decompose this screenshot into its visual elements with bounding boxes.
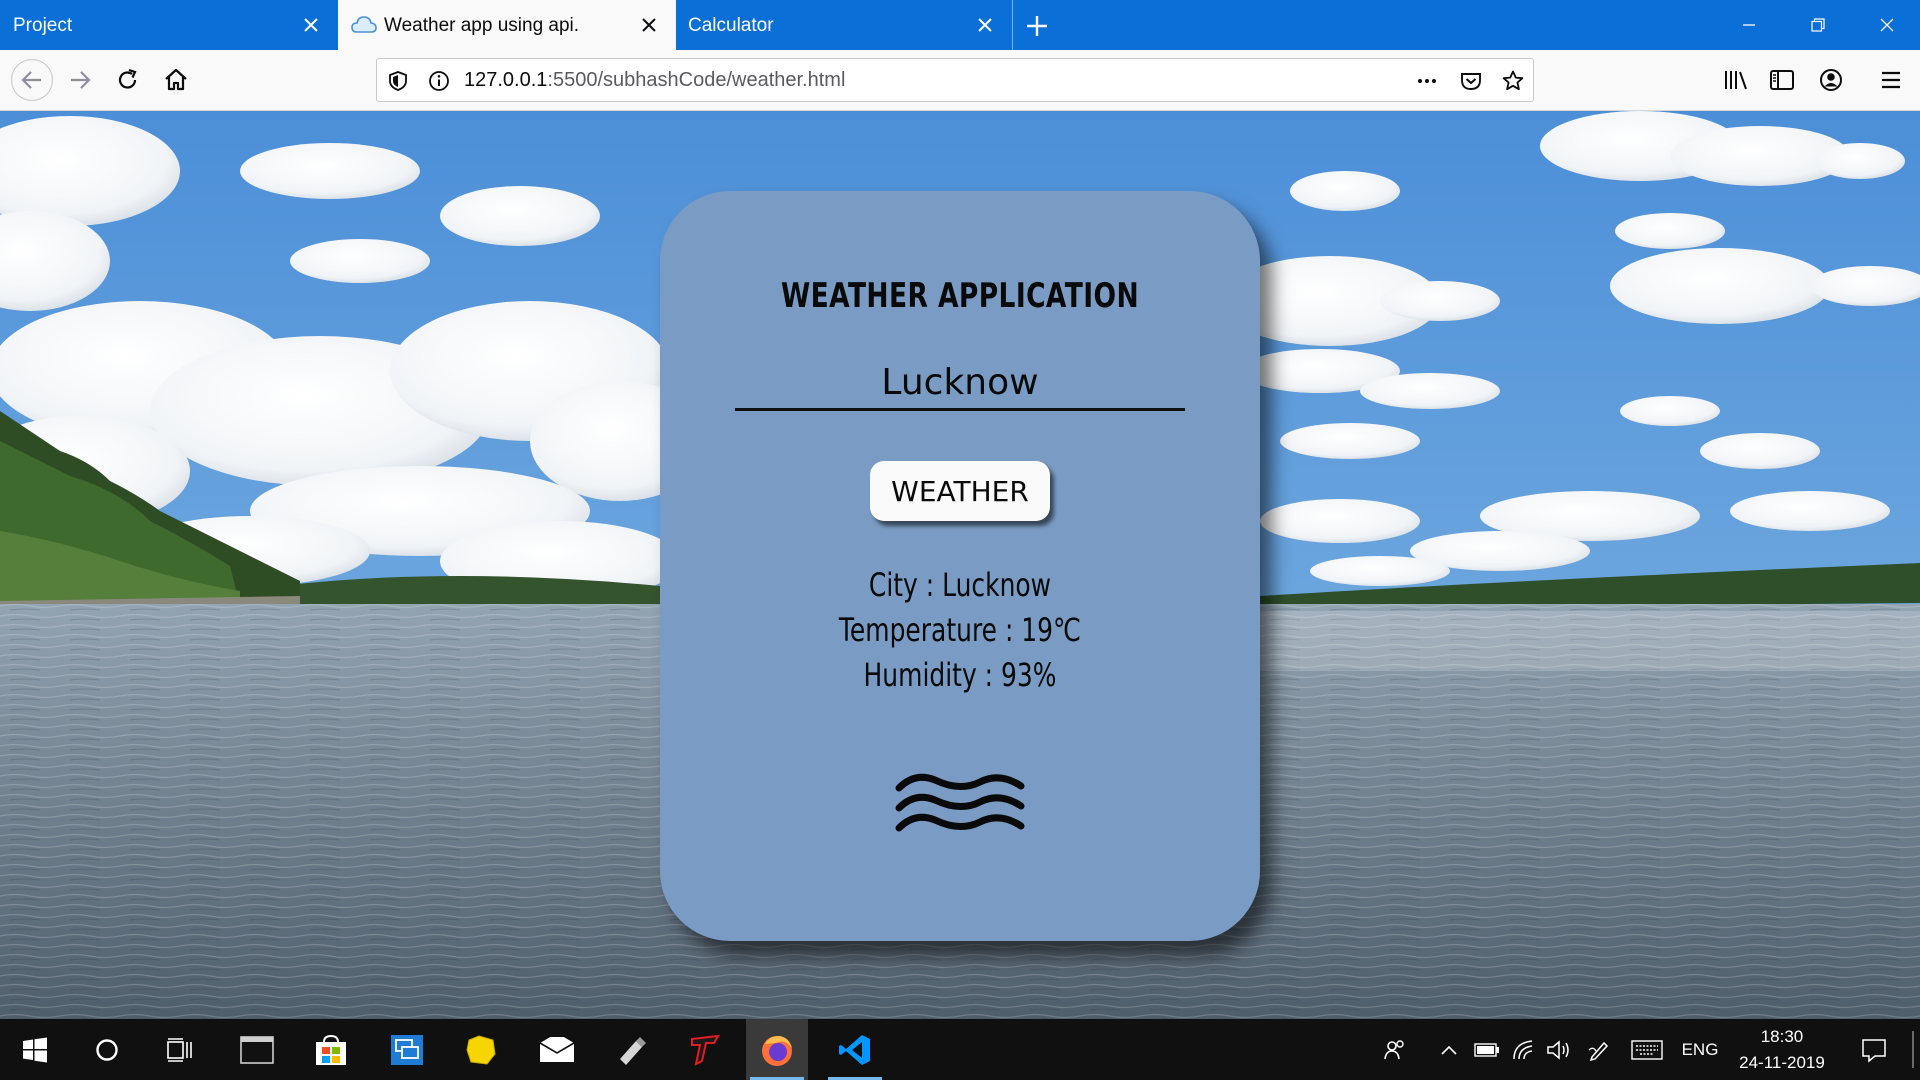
vscode-icon — [839, 1034, 870, 1065]
remote-desktop-icon — [391, 1034, 423, 1065]
show-desktop-button[interactable] — [1912, 1031, 1914, 1068]
result-humidity: Humidity : 93% — [863, 656, 1057, 694]
close-icon[interactable] — [973, 13, 997, 37]
wifi-icon — [1513, 1039, 1533, 1059]
close-icon[interactable] — [299, 13, 323, 37]
result-temperature: Temperature : 19℃ — [838, 611, 1082, 649]
battery-indicator[interactable] — [1469, 1019, 1505, 1080]
back-button[interactable] — [11, 59, 53, 101]
page-viewport: WEATHER APPLICATION WEATHER City : Luckn… — [0, 111, 1920, 1019]
reload-icon — [118, 68, 137, 89]
hamburger-menu-icon[interactable] — [1875, 64, 1907, 96]
people-icon — [1384, 1039, 1404, 1059]
mail-icon — [539, 1036, 575, 1062]
arrow-right-icon — [71, 71, 91, 89]
clock-date: 24-11-2019 — [1739, 1052, 1825, 1072]
app-title: WEATHER APPLICATION — [780, 276, 1140, 316]
tracking-shield-icon[interactable] — [386, 69, 410, 93]
window-minimize-button[interactable] — [1716, 0, 1782, 50]
clock-time: 18:30 — [1760, 1026, 1804, 1046]
taskbar-app-remote-desktop[interactable] — [376, 1019, 438, 1080]
taskbar-app-firefox[interactable] — [746, 1019, 808, 1080]
window-close-button[interactable] — [1854, 0, 1920, 50]
show-hidden-icons-button[interactable] — [1433, 1019, 1465, 1080]
reload-button[interactable] — [110, 62, 146, 98]
page-actions-more-icon[interactable] — [1415, 69, 1439, 93]
home-button[interactable] — [158, 62, 194, 98]
action-center-button[interactable] — [1850, 1019, 1898, 1080]
volume-control[interactable] — [1541, 1019, 1577, 1080]
account-icon[interactable] — [1815, 64, 1847, 96]
game-icon — [691, 1034, 720, 1066]
browser-tab-strip: Project Weather app using api. Calculato… — [0, 0, 1920, 50]
city-input[interactable] — [735, 351, 1185, 411]
arrow-left-icon — [21, 71, 41, 89]
tab-label: Calculator — [688, 15, 774, 36]
restore-icon — [1811, 18, 1825, 32]
people-button[interactable] — [1375, 1019, 1415, 1080]
tab-calculator[interactable]: Calculator — [676, 0, 1012, 50]
start-button[interactable] — [0, 1019, 70, 1080]
battery-icon — [1474, 1042, 1499, 1057]
close-icon[interactable] — [637, 13, 661, 37]
close-icon — [1880, 18, 1894, 32]
tab-project[interactable]: Project — [0, 0, 338, 50]
weather-button[interactable]: WEATHER — [870, 461, 1050, 521]
taskbar-app-mail[interactable] — [526, 1019, 588, 1080]
url-bar[interactable]: 127.0.0.1:5500/subhashCode/weather.html — [376, 58, 1534, 102]
speaker-icon — [1547, 1039, 1569, 1060]
search-circle-icon — [96, 1038, 118, 1061]
tab-label: Project — [13, 15, 73, 36]
navigation-toolbar: 127.0.0.1:5500/subhashCode/weather.html — [0, 50, 1920, 111]
windows-ink-button[interactable] — [1582, 1019, 1616, 1080]
new-tab-plus-icon[interactable] — [1022, 11, 1052, 41]
sidebar-icon[interactable] — [1766, 64, 1798, 96]
windows-taskbar: ENG 18:30 24-11-2019 — [0, 1019, 1920, 1080]
library-icon[interactable] — [1720, 64, 1752, 96]
terminal-icon — [240, 1035, 274, 1064]
task-view-button[interactable] — [148, 1019, 210, 1080]
weather-card: WEATHER APPLICATION WEATHER City : Luckn… — [660, 191, 1260, 941]
url-path: :5500/subhashCode/weather.html — [547, 69, 846, 91]
url-text[interactable]: 127.0.0.1:5500/subhashCode/weather.html — [464, 69, 845, 92]
touch-keyboard-button[interactable] — [1627, 1019, 1667, 1080]
sticky-notes-icon — [466, 1034, 496, 1065]
tab-weather-app[interactable]: Weather app using api. — [338, 0, 676, 50]
notification-icon — [1862, 1038, 1886, 1063]
taskbar-app-sticky-notes[interactable] — [450, 1019, 512, 1080]
cloud-icon — [351, 16, 377, 33]
minimize-icon — [1743, 24, 1755, 26]
haze-wind-icon — [895, 773, 1025, 832]
search-button[interactable] — [76, 1019, 138, 1080]
usb-drive-icon — [620, 1036, 646, 1065]
site-info-icon[interactable] — [427, 69, 451, 93]
home-icon — [165, 68, 187, 91]
url-host: 127.0.0.1 — [464, 69, 548, 91]
pocket-icon[interactable] — [1459, 69, 1483, 93]
taskbar-app-game[interactable] — [674, 1019, 736, 1080]
pen-icon — [1588, 1041, 1609, 1061]
task-view-icon — [167, 1037, 192, 1062]
result-city: City : Lucknow — [868, 566, 1052, 604]
taskbar-app-store[interactable] — [300, 1019, 362, 1080]
forward-button[interactable] — [62, 62, 98, 98]
tab-label: Weather app using api. — [384, 15, 580, 36]
chevron-up-icon — [1441, 1045, 1457, 1055]
tab-separator — [1012, 0, 1013, 50]
keyboard-icon — [1631, 1039, 1663, 1060]
network-indicator[interactable] — [1507, 1019, 1541, 1080]
taskbar-app-usb-drive[interactable] — [600, 1019, 662, 1080]
store-icon — [316, 1034, 346, 1065]
taskbar-app-vscode[interactable] — [824, 1019, 886, 1080]
taskbar-app-terminal[interactable] — [226, 1019, 288, 1080]
firefox-icon — [762, 1035, 792, 1066]
language-indicator[interactable]: ENG — [1676, 1019, 1724, 1080]
bookmark-star-icon[interactable] — [1501, 69, 1525, 93]
clock[interactable]: 18:30 24-11-2019 — [1734, 1019, 1830, 1080]
window-restore-button[interactable] — [1785, 0, 1851, 50]
windows-logo-icon — [23, 1037, 47, 1062]
